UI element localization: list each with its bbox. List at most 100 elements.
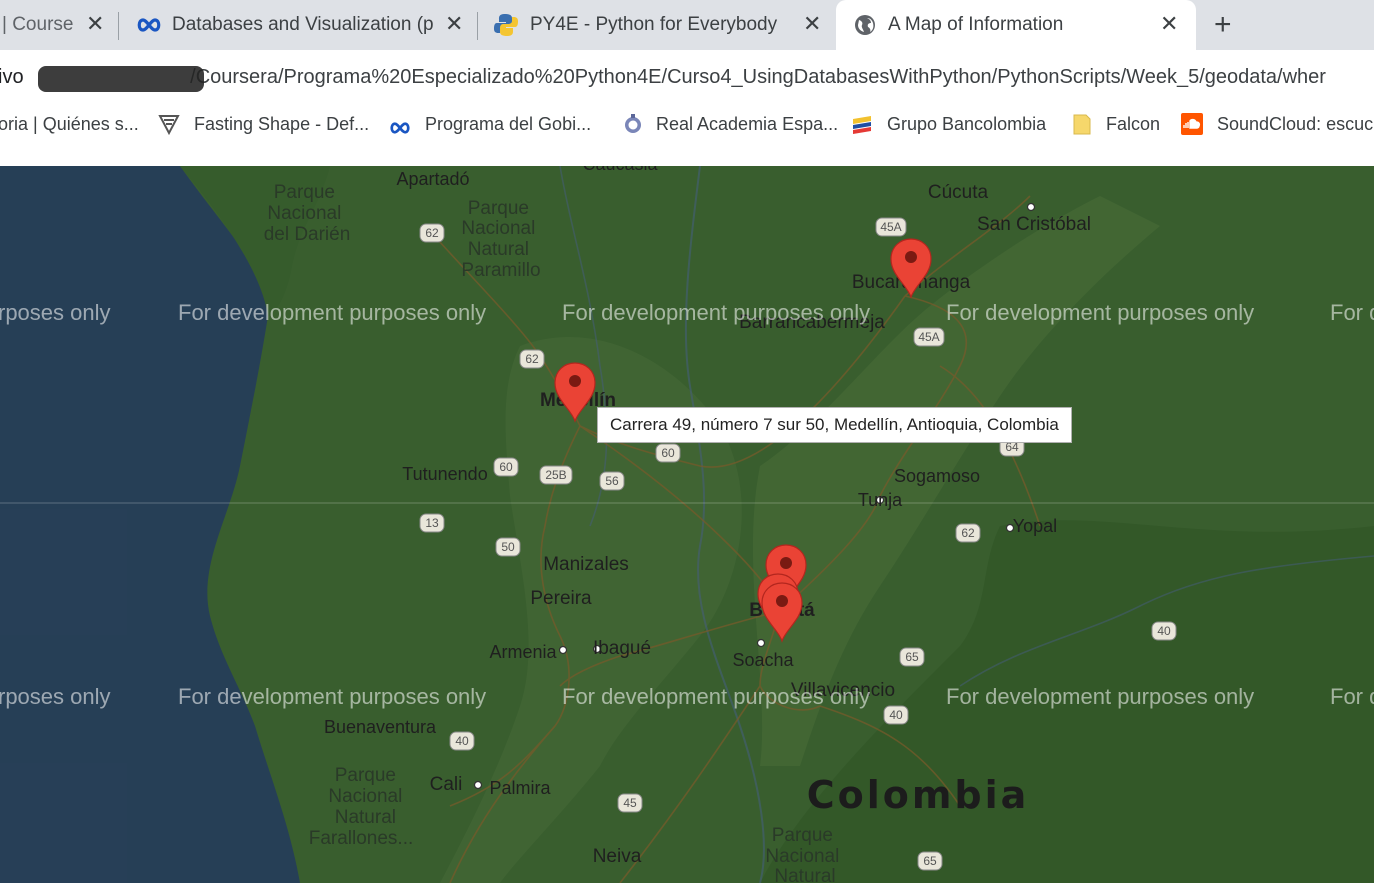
svg-text:65: 65 xyxy=(923,854,937,868)
bookmark-falcon[interactable]: Falcon xyxy=(1106,114,1160,135)
svg-text:25B: 25B xyxy=(545,468,566,482)
marker-tooltip: Carrera 49, número 7 sur 50, Medellín, A… xyxy=(597,407,1072,443)
city-label-armenia: Armenia xyxy=(489,642,557,662)
shield-45a: 45A xyxy=(913,327,945,347)
shield-60: 60 xyxy=(655,443,681,463)
close-icon[interactable]: ✕ xyxy=(445,11,463,37)
country-label: Colombia xyxy=(807,773,1030,817)
map-tiles[interactable]: 62 45A 62 45A 60 25B 60 56 64 13 50 62 4… xyxy=(0,166,1374,883)
url-prefix: ivo xyxy=(0,66,24,88)
city-label-cucuta: Cúcuta xyxy=(928,182,989,203)
folder-icon xyxy=(1073,114,1091,135)
python-icon xyxy=(494,14,518,36)
tab-strip: | Courser ✕ Databases and Visualization … xyxy=(0,0,1374,50)
shield-40: 40 xyxy=(1151,621,1177,641)
city-label-apartado: Apartadó xyxy=(396,169,469,189)
shield-56: 56 xyxy=(599,471,625,491)
bookmark-bancolombia[interactable]: Grupo Bancolombia xyxy=(887,114,1046,135)
tab-title: PY4E - Python for Everybody xyxy=(530,14,778,35)
shield-40: 40 xyxy=(883,705,909,725)
bookmark-fasting-shape[interactable]: Fasting Shape - Def... xyxy=(194,114,369,135)
close-icon[interactable]: ✕ xyxy=(86,11,104,37)
watermark-partial-right: For d xyxy=(1330,300,1374,325)
city-label-palmira: Palmira xyxy=(489,778,551,798)
tab-databases-visualization[interactable]: Databases and Visualization (pee ✕ xyxy=(120,0,475,50)
watermark: For development purposes only xyxy=(562,300,870,325)
soundcloud-icon xyxy=(1181,113,1203,135)
svg-text:62: 62 xyxy=(961,526,975,540)
watermark-partial-left: rposes only xyxy=(0,300,111,325)
new-tab-button[interactable]: + xyxy=(1214,8,1232,42)
shield-62: 62 xyxy=(955,523,981,543)
tab-map-of-information[interactable]: A Map of Information ✕ xyxy=(836,0,1196,50)
infinity-icon xyxy=(137,18,161,32)
infinity-icon xyxy=(390,122,410,134)
svg-text:40: 40 xyxy=(889,708,903,722)
tab-title: | Courser xyxy=(2,14,74,35)
dev-mode-overlay xyxy=(0,166,1374,883)
map-canvas[interactable]: 62 45A 62 45A 60 25B 60 56 64 13 50 62 4… xyxy=(0,166,1374,883)
city-label-tutunendo: Tutunendo xyxy=(402,464,487,484)
bookmark-programa-gobierno[interactable]: Programa del Gobi... xyxy=(425,114,591,135)
tab-title: Databases and Visualization (pee xyxy=(172,14,434,35)
shield-40: 40 xyxy=(449,731,475,751)
url-path: /Coursera/Programa%20Especializado%20Pyt… xyxy=(190,66,1326,88)
city-label-neiva: Neiva xyxy=(593,846,642,867)
watermark: For development purposes only xyxy=(178,300,486,325)
svg-text:50: 50 xyxy=(501,540,515,554)
shield-13: 13 xyxy=(419,513,445,533)
bancolombia-icon xyxy=(853,116,871,134)
city-label-soacha: Soacha xyxy=(732,650,794,670)
svg-text:60: 60 xyxy=(661,446,675,460)
tab-divider xyxy=(477,12,478,40)
shape-logo-icon xyxy=(158,115,180,135)
watermark: For development purposes only xyxy=(946,300,1254,325)
shield-60: 60 xyxy=(493,457,519,477)
shield-62: 62 xyxy=(519,349,545,369)
city-label-cali: Cali xyxy=(430,774,463,795)
svg-text:40: 40 xyxy=(455,734,469,748)
svg-text:45A: 45A xyxy=(918,330,939,344)
watermark: For development purposes only xyxy=(946,684,1254,709)
bookmark-soundcloud[interactable]: SoundCloud: escuc... xyxy=(1217,114,1374,135)
shield-65: 65 xyxy=(899,647,925,667)
tab-py4e[interactable]: PY4E - Python for Everybody ✕ xyxy=(479,0,834,50)
svg-text:40: 40 xyxy=(1157,624,1171,638)
tab-title: A Map of Information xyxy=(888,14,1064,35)
watermark-partial-right: For d xyxy=(1330,684,1374,709)
city-label-san-cristobal: San Cristóbal xyxy=(977,214,1091,235)
svg-text:60: 60 xyxy=(499,460,513,474)
park-label-paramillo: Parque Nacional Natural Paramillo xyxy=(461,198,540,281)
svg-text:45: 45 xyxy=(623,796,637,810)
svg-text:13: 13 xyxy=(425,516,439,530)
city-label-ibague: Ibagué xyxy=(593,638,651,659)
city-label-sogamoso: Sogamoso xyxy=(894,466,980,486)
city-label-manizales: Manizales xyxy=(543,554,629,575)
shield-50: 50 xyxy=(495,537,521,557)
park-label-darien: Parque Nacional del Darién xyxy=(264,182,351,245)
bookmark-real-academia[interactable]: Real Academia Espa... xyxy=(656,114,838,135)
tab-coursera[interactable]: | Courser ✕ xyxy=(0,0,118,50)
watermark: For development purposes only xyxy=(562,684,870,709)
svg-text:62: 62 xyxy=(525,352,539,366)
svg-text:45A: 45A xyxy=(880,220,901,234)
shield-25b: 25B xyxy=(539,465,573,485)
shield-45a: 45A xyxy=(875,217,907,237)
page-top-margin xyxy=(0,147,1374,166)
tab-divider xyxy=(118,12,119,40)
rae-seal-icon xyxy=(625,114,641,133)
svg-text:56: 56 xyxy=(605,474,619,488)
city-label-pereira: Pereira xyxy=(530,588,592,609)
city-label-yopal: Yopal xyxy=(1013,516,1057,536)
globe-icon xyxy=(855,15,875,35)
bookmark-quienes[interactable]: oria | Quiénes s... xyxy=(0,114,139,135)
shield-62: 62 xyxy=(419,223,445,243)
city-label-caucasia: Caucasia xyxy=(582,166,658,174)
watermark-partial-left: rposes only xyxy=(0,684,111,709)
close-icon[interactable]: ✕ xyxy=(803,11,821,37)
svg-text:62: 62 xyxy=(425,226,439,240)
city-label-buenaventura: Buenaventura xyxy=(324,717,437,737)
city-label-tunja: Tunja xyxy=(858,490,903,510)
redacted-path-scribble xyxy=(38,66,204,92)
close-icon[interactable]: ✕ xyxy=(1160,11,1178,37)
